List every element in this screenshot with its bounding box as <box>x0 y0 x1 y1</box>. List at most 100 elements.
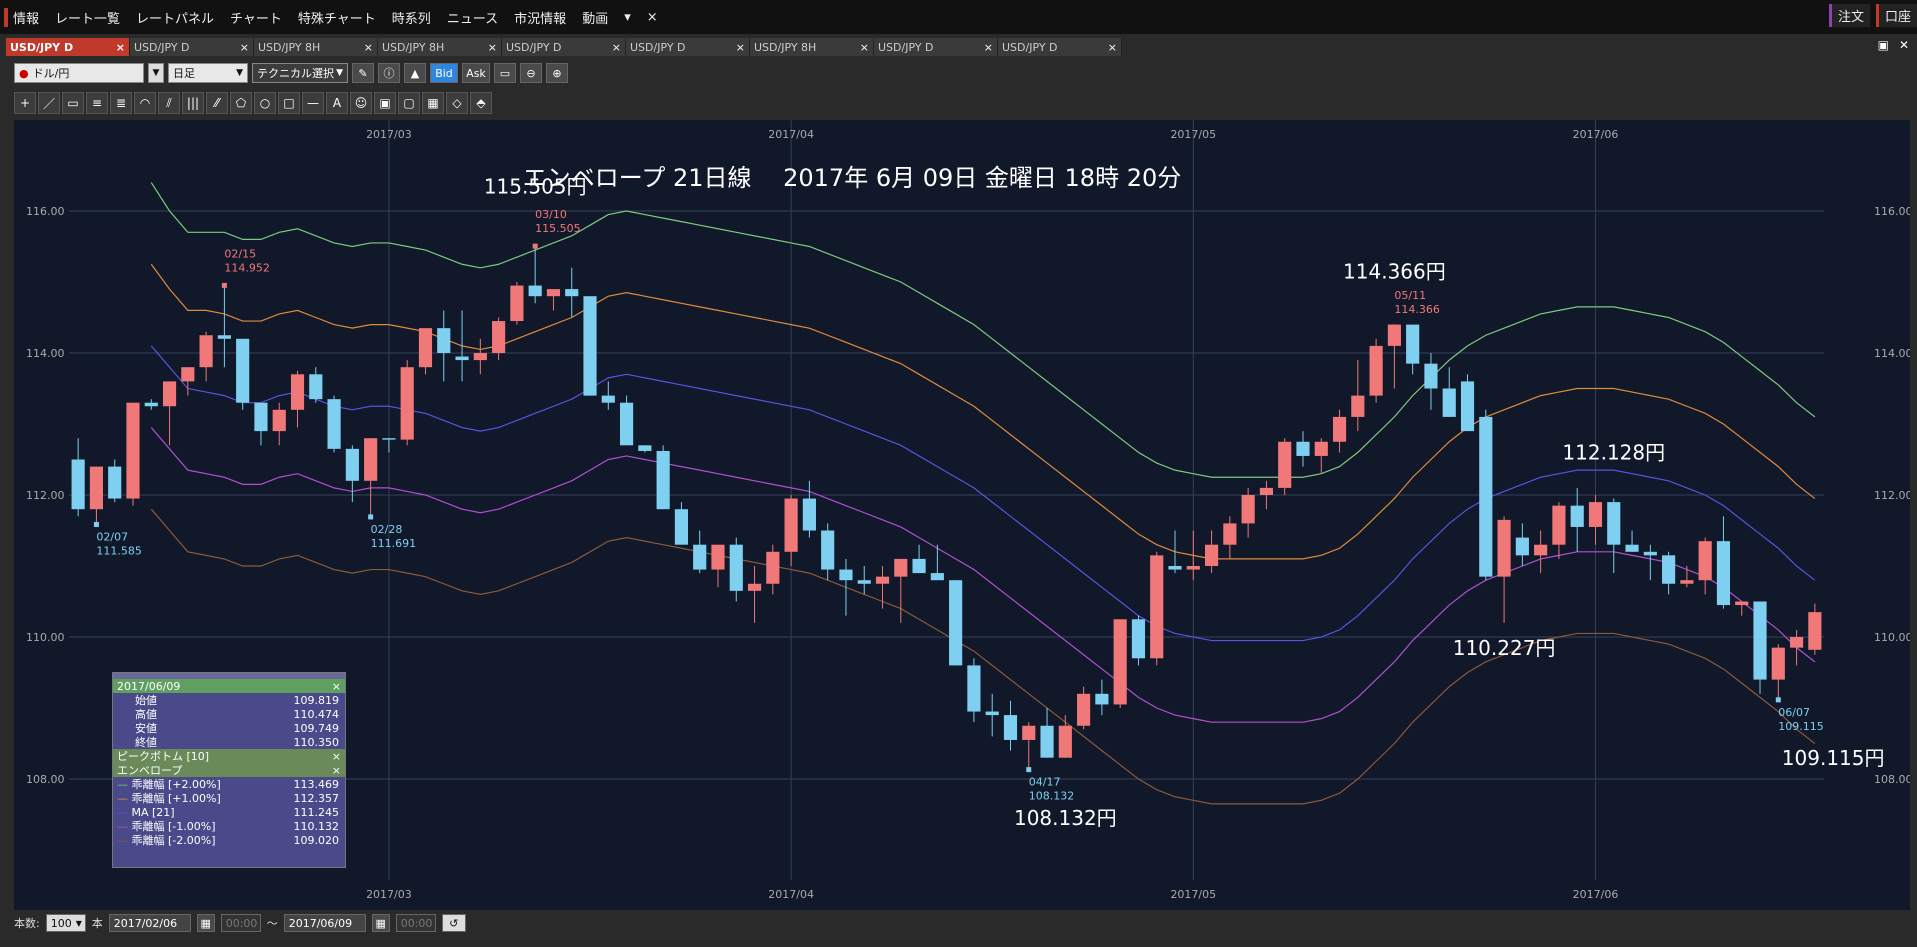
paste-icon[interactable]: ▢ <box>398 92 420 114</box>
menu-item-rate-list[interactable]: レート一覧 <box>47 8 128 27</box>
icon-tool-icon[interactable]: ☺ <box>350 92 372 114</box>
circle-icon[interactable]: ○ <box>254 92 276 114</box>
data-window[interactable]: 2017/06/09 × 始値 109.819 高値 110.474 安値 109.74… <box>112 672 346 868</box>
fan-icon[interactable]: ⫽ <box>158 92 180 114</box>
chart-tab[interactable]: USD/JPY D × <box>626 38 750 56</box>
currency-pair-select[interactable]: ● ドル/円 <box>14 63 144 83</box>
candle-body <box>254 402 268 432</box>
candle-body <box>802 498 816 531</box>
horizontal-lines-icon[interactable]: ≡ <box>86 92 108 114</box>
ohlc-value: 109.819 <box>293 693 340 707</box>
tab-close-icon[interactable]: × <box>1108 41 1117 54</box>
hline-icon[interactable]: — <box>302 92 324 114</box>
close-icon[interactable]: × <box>332 680 341 693</box>
account-button[interactable]: 口座 <box>1875 4 1917 27</box>
window-close-icon[interactable]: ✕ <box>1899 38 1909 52</box>
rectangle-icon[interactable]: □ <box>278 92 300 114</box>
price-annotation: 109.115円 <box>1782 746 1885 770</box>
layers-icon[interactable]: ▦ <box>422 92 444 114</box>
tab-close-icon[interactable]: × <box>240 41 249 54</box>
pentagon-icon[interactable]: ⬠ <box>230 92 252 114</box>
calendar-icon[interactable]: ▦ <box>196 914 215 932</box>
tab-close-icon[interactable]: × <box>860 41 869 54</box>
chart-settings-icon[interactable]: ▭ <box>494 63 516 83</box>
timeframe-select[interactable]: 日足 ▼ <box>168 63 248 83</box>
from-date-input[interactable]: 2017/02/06 <box>108 914 191 932</box>
candle-body <box>382 438 396 440</box>
candle-body <box>766 551 780 584</box>
chart-tab[interactable]: USD/JPY 8H × <box>750 38 874 56</box>
area-chart-icon[interactable]: ▲ <box>404 63 426 83</box>
zoom-in-icon[interactable]: ⊕ <box>546 63 568 83</box>
menu-item-video[interactable]: 動画 <box>574 8 616 27</box>
chart-tab[interactable]: USD/JPY D × <box>6 38 130 56</box>
bid-button[interactable]: Bid <box>430 63 458 83</box>
maximize-icon[interactable]: ▣ <box>1878 38 1889 52</box>
eraser-icon[interactable]: ◇ <box>446 92 468 114</box>
count-select[interactable]: 100 ▼ <box>45 914 86 932</box>
ohlc-value: 110.474 <box>293 707 340 721</box>
menu-item-info[interactable]: 情報 <box>4 7 47 27</box>
envelope-row: — 乖離幅 [+1.00%] 112.357 <box>113 791 345 806</box>
arc-icon[interactable]: ◠ <box>134 92 156 114</box>
technical-select[interactable]: テクニカル選択 ▼ <box>252 63 348 83</box>
chart-tab[interactable]: USD/JPY D × <box>502 38 626 56</box>
menu-item-time-series[interactable]: 時系列 <box>384 8 439 27</box>
tab-close-icon[interactable]: × <box>736 41 745 54</box>
delete-all-icon[interactable]: ⬘ <box>470 92 492 114</box>
ask-button[interactable]: Ask <box>462 63 490 83</box>
envelope-row-value: 112.357 <box>293 791 340 805</box>
candle-body <box>1259 487 1274 495</box>
menu-item-market-info[interactable]: 市況情報 <box>506 8 574 27</box>
menu-item-special-chart[interactable]: 特殊チャート <box>290 8 384 27</box>
ruler-icon[interactable]: ▭ <box>62 92 84 114</box>
calendar-icon[interactable]: ▦ <box>371 914 390 932</box>
tab-label: USD/JPY D <box>506 40 562 54</box>
x-tick-label: 2017/03 <box>366 888 412 901</box>
price-annotation: 110.227円 <box>1453 636 1556 660</box>
menu-item-news[interactable]: ニュース <box>439 8 506 27</box>
channel-icon[interactable]: ⁄⁄ <box>206 92 228 114</box>
copy-icon[interactable]: ▣ <box>374 92 396 114</box>
candle-body <box>1351 395 1365 417</box>
menu-item-chart[interactable]: チャート <box>222 8 290 27</box>
bottom-date: 04/17 <box>1029 776 1061 789</box>
undo-icon[interactable]: ↺ <box>441 914 466 932</box>
tab-close-icon[interactable]: × <box>116 41 125 54</box>
chart-tab[interactable]: USD/JPY D × <box>874 38 998 56</box>
menu-item-rate-panel[interactable]: レートパネル <box>128 8 222 27</box>
order-button[interactable]: 注文 <box>1828 4 1870 27</box>
tab-close-icon[interactable]: × <box>488 41 497 54</box>
tab-close-icon[interactable]: × <box>984 41 993 54</box>
chevron-down-icon[interactable]: ▼ <box>148 63 164 83</box>
candle-body <box>1058 725 1072 758</box>
peak-marker <box>368 514 374 520</box>
crosshair-icon[interactable]: + <box>14 92 36 114</box>
count-value: 100 <box>50 916 72 930</box>
count-label: 本数: <box>14 917 40 930</box>
to-date-input[interactable]: 2017/06/09 <box>283 914 366 932</box>
menu-more-dropdown[interactable]: ▾ <box>616 10 639 25</box>
chart-tab[interactable]: USD/JPY 8H × <box>254 38 378 56</box>
vertical-lines-icon[interactable]: ||| <box>182 92 204 114</box>
candle-body <box>1241 495 1255 524</box>
chart-tab[interactable]: USD/JPY D × <box>998 38 1122 56</box>
close-icon[interactable]: × <box>332 764 341 777</box>
ohlc-value: 110.350 <box>293 735 340 749</box>
tab-close-icon[interactable]: × <box>612 41 621 54</box>
fibonacci-icon[interactable]: ≣ <box>110 92 132 114</box>
candle-body <box>309 374 323 400</box>
tab-close-icon[interactable]: × <box>364 41 373 54</box>
close-icon[interactable]: × <box>332 750 341 763</box>
envelope-row-value: 109.020 <box>293 833 340 847</box>
pen-icon[interactable]: ✎ <box>352 63 374 83</box>
info-icon[interactable]: ⓘ <box>378 63 400 83</box>
chart-tab[interactable]: USD/JPY 8H × <box>378 38 502 56</box>
range-separator: 〜 <box>266 917 278 930</box>
text-tool-icon[interactable]: A <box>326 92 348 114</box>
trendline-icon[interactable]: ／ <box>38 92 60 114</box>
chart-tab[interactable]: USD/JPY D × <box>130 38 254 56</box>
zoom-out-icon[interactable]: ⊖ <box>520 63 542 83</box>
menu-close-button[interactable]: × <box>639 10 666 25</box>
candle-body <box>364 438 378 481</box>
